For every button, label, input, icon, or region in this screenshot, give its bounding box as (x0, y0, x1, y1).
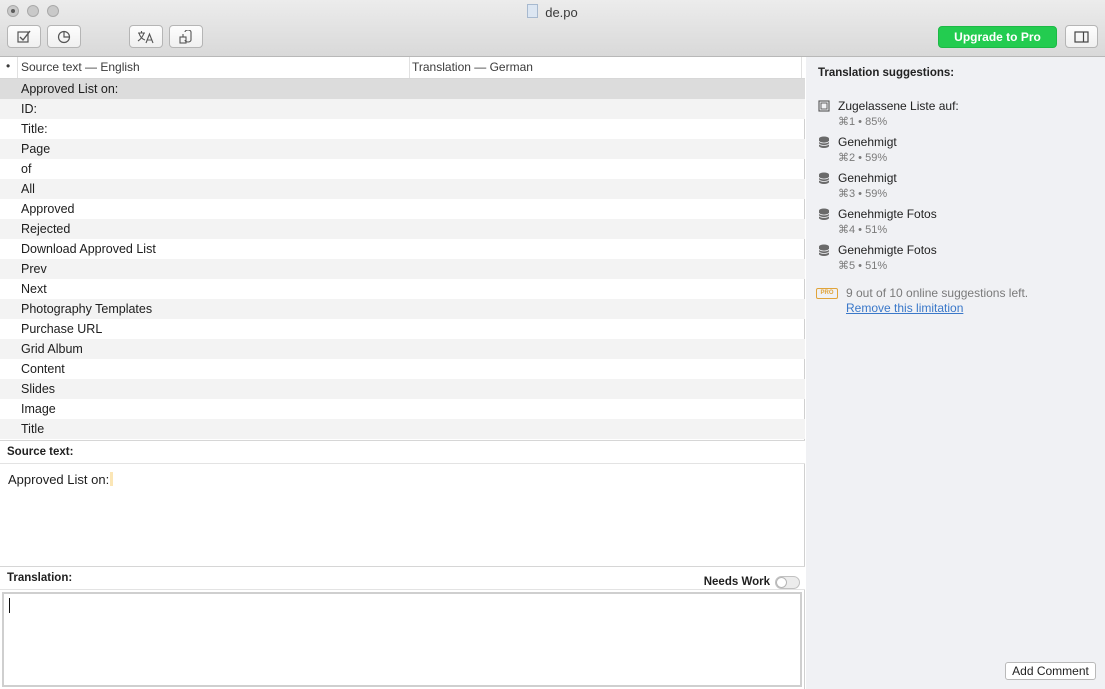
machine-translation-icon (818, 100, 830, 112)
table-row[interactable]: Content (0, 359, 805, 379)
suggestion-shortcut-score: ⌘1 • 85% (838, 116, 888, 128)
needs-work-toggle[interactable] (775, 575, 800, 589)
translation-header: Translation: Needs Work (0, 566, 805, 590)
row-source-text: Approved (21, 202, 75, 216)
row-source-text: Next (21, 282, 47, 296)
translate-icon (137, 30, 154, 43)
table-row[interactable]: Title: (0, 119, 805, 139)
suggestion-text: Genehmigt (838, 135, 897, 149)
source-column-header[interactable]: Source text — English (17, 57, 410, 78)
text-cursor (9, 598, 10, 613)
source-text-view: Approved List on: (8, 472, 114, 487)
table-row[interactable]: Approved (0, 199, 805, 219)
translation-column-header[interactable]: Translation — German (410, 57, 802, 78)
row-source-text: Title: (21, 122, 48, 136)
titlebar: de.po Upgrade to Pro (0, 0, 1105, 57)
table-row[interactable]: Slides (0, 379, 805, 399)
row-source-text: Page (21, 142, 51, 156)
row-source-text: Rejected (21, 222, 71, 236)
translate-button[interactable] (129, 25, 163, 48)
row-source-text: Download Approved List (21, 242, 156, 256)
suggestion-text: Genehmigt (838, 171, 897, 185)
suggestions-title: Translation suggestions: (818, 67, 955, 79)
suggestion-item[interactable]: Genehmigte Fotos ⌘5 • 51% (818, 243, 1098, 275)
row-source-text: Photography Templates (21, 302, 153, 316)
pro-badge: PRO (816, 288, 838, 299)
table-row[interactable]: Image (0, 399, 805, 419)
row-source-text: Prev (21, 262, 47, 276)
strings-list[interactable]: Approved List on: ID: Title: Page of All Appro… (0, 79, 805, 439)
upgrade-to-pro-button[interactable]: Upgrade to Pro (938, 26, 1057, 48)
table-row[interactable]: Download Approved List (0, 239, 805, 259)
suggestion-shortcut-score: ⌘4 • 51% (838, 224, 888, 236)
table-row[interactable]: Rejected (0, 219, 805, 239)
suggestion-item[interactable]: Genehmigte Fotos ⌘4 • 51% (818, 207, 1098, 239)
source-text-label: Source text: (7, 446, 74, 458)
suggestion-item[interactable]: Zugelassene Liste auf: ⌘1 • 85% (818, 99, 1098, 131)
suggestion-shortcut-score: ⌘2 • 59% (838, 152, 888, 164)
add-comment-button[interactable]: Add Comment (1005, 662, 1096, 680)
database-icon (818, 136, 830, 148)
table-row[interactable]: Title (0, 419, 805, 439)
needs-work-control: Needs Work (704, 571, 800, 593)
table-row[interactable]: Page (0, 139, 805, 159)
suggestion-item[interactable]: Genehmigt ⌘3 • 59% (818, 171, 1098, 203)
checkbox-icon (17, 30, 31, 43)
table-row[interactable]: Photography Templates (0, 299, 805, 319)
row-source-text: Approved List on: (21, 82, 119, 96)
table-row[interactable]: Purchase URL (0, 319, 805, 339)
suggestion-item[interactable]: Genehmigt ⌘2 • 59% (818, 135, 1098, 167)
sidebar-icon (1074, 30, 1089, 43)
database-icon (818, 172, 830, 184)
row-source-text: Title (21, 422, 45, 436)
status-column-header[interactable]: • (6, 59, 10, 73)
remove-limitation-link[interactable]: Remove this limitation (846, 301, 963, 315)
table-row[interactable]: Grid Album (0, 339, 805, 359)
table-row[interactable]: Next (0, 279, 805, 299)
table-header: • Source text — English Translation — Ge… (0, 57, 805, 79)
trailing-space-marker (110, 472, 114, 486)
suggestion-text: Genehmigte Fotos (838, 207, 937, 221)
toggle-sidebar-button[interactable] (1065, 25, 1098, 48)
document-icon (527, 4, 539, 18)
pie-clock-icon (57, 30, 71, 43)
row-source-text: of (21, 162, 32, 176)
row-source-text: Image (21, 402, 56, 416)
window-title: de.po (0, 4, 1105, 20)
source-text-header: Source text: (0, 440, 805, 464)
database-arrow-icon (179, 29, 192, 44)
table-row[interactable]: of (0, 159, 805, 179)
row-source-text: All (21, 182, 35, 196)
validate-button[interactable] (7, 25, 41, 48)
row-source-text: Purchase URL (21, 322, 103, 336)
database-icon (818, 244, 830, 256)
needs-work-label: Needs Work (703, 576, 770, 588)
window-title-text: de.po (545, 5, 578, 20)
row-source-text: ID: (21, 102, 37, 116)
app-window: de.po Upgrade to Pro • Source text — Eng… (0, 0, 1105, 689)
translation-label: Translation: (7, 572, 73, 584)
row-source-text: Content (21, 362, 65, 376)
row-source-text: Slides (21, 382, 56, 396)
suggestions-sidebar: Translation suggestions: Zugelassene Lis… (806, 57, 1105, 689)
editor-pane: • Source text — English Translation — Ge… (0, 57, 805, 689)
suggestion-text: Zugelassene Liste auf: (838, 99, 959, 113)
row-source-text: Grid Album (21, 342, 83, 356)
database-icon (818, 208, 830, 220)
translation-input[interactable] (2, 592, 802, 687)
table-row[interactable]: ID: (0, 99, 805, 119)
online-suggestions-note: 9 out of 10 online suggestions left. (846, 286, 1029, 300)
history-button[interactable] (47, 25, 81, 48)
table-row[interactable]: Approved List on: (0, 79, 805, 99)
pretranslate-button[interactable] (169, 25, 203, 48)
suggestion-shortcut-score: ⌘3 • 59% (838, 188, 888, 200)
table-row[interactable]: Prev (0, 259, 805, 279)
suggestion-text: Genehmigte Fotos (838, 243, 937, 257)
suggestion-shortcut-score: ⌘5 • 51% (838, 260, 888, 272)
table-row[interactable]: All (0, 179, 805, 199)
source-text-value: Approved List on: (8, 472, 110, 487)
